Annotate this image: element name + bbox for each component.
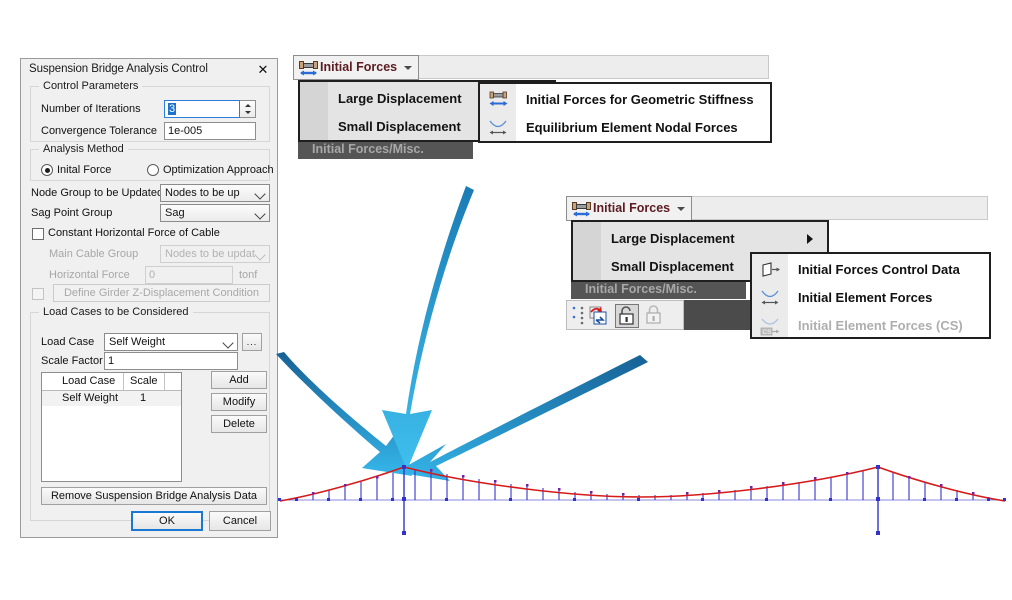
submenu-top[interactable]: Initial Forces for Geometric Stiffness E… (478, 82, 772, 143)
grip-dots-icon[interactable] (571, 305, 585, 327)
submenu-bottom[interactable]: Initial Forces Control Data Initial Elem… (750, 252, 991, 339)
arrow-middle (382, 186, 474, 470)
initial-forces-button-top[interactable]: Initial Forces (293, 55, 419, 80)
caret-down-icon[interactable] (677, 207, 685, 211)
menu-item-large-displacement-bottom[interactable]: Large Displacement (601, 225, 827, 253)
menu-gutter (300, 82, 328, 140)
initial-forces-icon (299, 59, 318, 78)
ribbon-tab-name-bottom: Initial Forces/Misc. (571, 279, 746, 299)
submenu-item-geometric-stiffness[interactable]: Initial Forces for Geometric Stiffness (480, 86, 770, 114)
submenu-item-control-data[interactable]: Initial Forces Control Data (752, 256, 989, 284)
initial-forces-icon (572, 200, 591, 219)
initial-forces-button-label-top: Initial Forces (320, 60, 397, 74)
lock-button[interactable] (643, 304, 667, 328)
submenu-item-equilibrium-nodal-forces[interactable]: Equilibrium Element Nodal Forces (480, 114, 770, 142)
cable-nodes (312, 469, 975, 496)
ribbon-strip-bottom (688, 196, 988, 220)
element-forces-cs-icon: CS (760, 316, 782, 336)
lock-icon (643, 304, 665, 326)
element-forces-icon (760, 288, 782, 308)
suspension-bridge-model (275, 445, 1010, 550)
submenu-arrow-icon (807, 234, 813, 244)
ribbon-menu-bottom[interactable]: Initial Forces Initial Forces/Misc. (566, 194, 991, 339)
unlock-icon (616, 305, 638, 327)
initial-forces-button-label-bottom: Initial Forces (593, 201, 670, 215)
initial-forces-button-bottom[interactable]: Initial Forces (566, 196, 692, 221)
ribbon-tab-name-top: Initial Forces/Misc. (298, 139, 473, 159)
caret-down-icon[interactable] (404, 66, 412, 70)
redo-arrow-icon[interactable] (589, 306, 609, 326)
toolbar-group (566, 300, 684, 330)
main-cable (280, 467, 1005, 501)
unlock-button[interactable] (615, 304, 639, 328)
menu-gutter (573, 222, 601, 280)
geometric-stiffness-icon (488, 90, 510, 110)
submenu-item-element-forces[interactable]: Initial Element Forces (752, 284, 989, 312)
ribbon-strip-top (415, 55, 769, 79)
equilibrium-nodal-forces-icon (488, 118, 510, 138)
ribbon-menu-top[interactable]: Initial Forces Initial Forces/Misc. Larg… (293, 53, 773, 163)
submenu-item-element-forces-cs[interactable]: CS Initial Element Forces (CS) (752, 312, 989, 340)
svg-text:CS: CS (763, 329, 773, 336)
control-data-icon (760, 260, 782, 280)
